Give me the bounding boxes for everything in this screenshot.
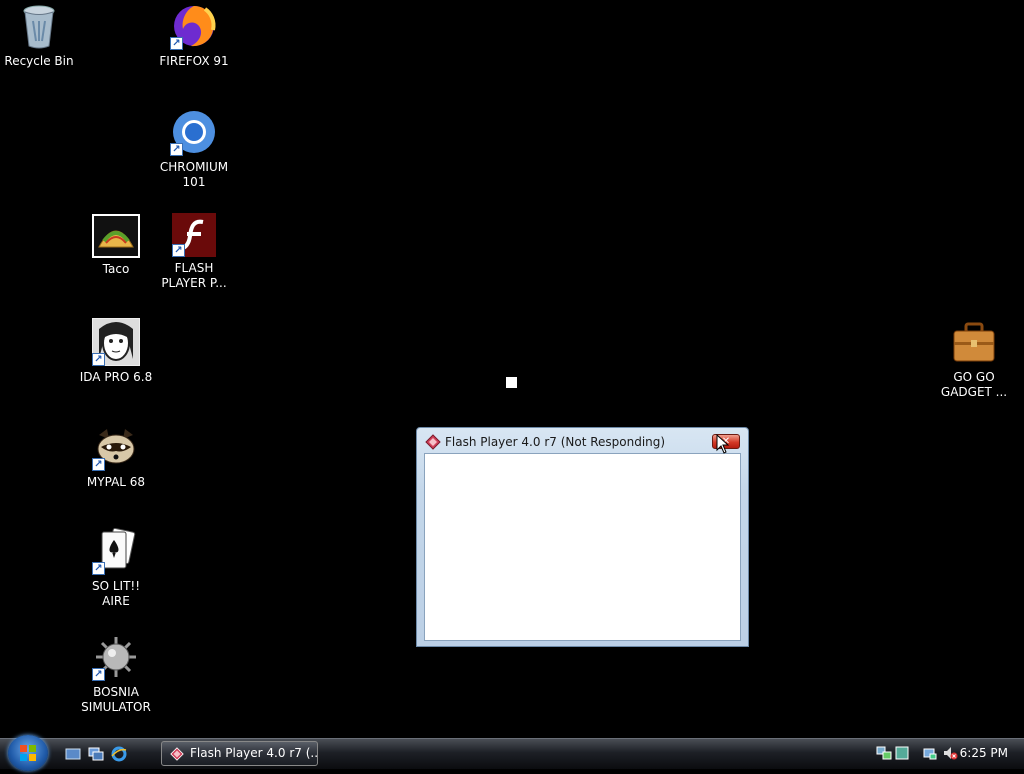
shortcut-arrow-icon: ↗ [92, 458, 105, 471]
taskbar-button-flash-player[interactable]: Flash Player 4.0 r7 (... [161, 741, 318, 766]
shortcut-arrow-icon: ↗ [92, 562, 105, 575]
taco-icon [92, 214, 140, 258]
show-desktop-icon[interactable] [65, 746, 81, 762]
window-title: Flash Player 4.0 r7 (Not Responding) [445, 435, 666, 449]
desktop-icon-flash-player[interactable]: ↗ FLASH PLAYER P... [155, 213, 233, 291]
switch-windows-icon[interactable] [88, 746, 104, 762]
icon-label: Taco [102, 262, 130, 276]
recycle-bin-icon [15, 2, 63, 50]
briefcase-icon [950, 318, 998, 366]
desktop-icon-solitaire[interactable]: ↗ SO LIT!! AIRE [77, 527, 155, 609]
taskbar-button-label: Flash Player 4.0 r7 (... [190, 746, 318, 760]
taskbar: Flash Player 4.0 r7 (... 6:25 PM [0, 735, 1024, 771]
desktop-icon-mypal[interactable]: ↗ MYPAL 68 [77, 423, 155, 490]
flash-app-icon [425, 434, 441, 450]
shortcut-arrow-icon: ↗ [92, 353, 105, 366]
mine-icon: ↗ [92, 633, 140, 681]
mouse-cursor-icon [716, 433, 730, 457]
desktop-icon-taco[interactable]: Taco [77, 214, 155, 277]
clock[interactable]: 6:25 PM [960, 746, 1008, 760]
shortcut-arrow-icon: ↗ [170, 143, 183, 156]
volume-muted-icon[interactable] [942, 745, 958, 761]
icon-label: GO GO GADGET ... [940, 370, 1008, 399]
window-client-area [424, 453, 741, 641]
shortcut-arrow-icon: ↗ [170, 37, 183, 50]
desktop-icon-recycle-bin[interactable]: Recycle Bin [0, 2, 78, 69]
internet-explorer-icon[interactable] [111, 746, 127, 762]
start-button[interactable] [8, 735, 48, 771]
icon-label: MYPAL 68 [86, 475, 146, 489]
icon-label: IDA PRO 6.8 [79, 370, 153, 384]
white-square [506, 377, 517, 388]
icon-label: BOSNIA SIMULATOR [81, 685, 151, 714]
desktop-icon-ida-pro[interactable]: ↗ IDA PRO 6.8 [77, 318, 155, 385]
icon-label: SO LIT!! AIRE [91, 579, 141, 608]
icon-label: FIREFOX 91 [159, 54, 229, 68]
icon-label: CHROMIUM 101 [159, 160, 229, 189]
desktop-icon-firefox[interactable]: ↗ FIREFOX 91 [155, 2, 233, 69]
flash-player-window[interactable]: Flash Player 4.0 r7 (Not Responding) ✕ [416, 427, 749, 647]
connection-tray-icon[interactable] [922, 745, 938, 761]
flash-icon: ↗ [172, 213, 216, 257]
icon-label: Recycle Bin [4, 54, 74, 68]
shortcut-arrow-icon: ↗ [172, 244, 185, 257]
cards-icon: ↗ [92, 527, 140, 575]
network-tray-icon-2[interactable] [894, 745, 910, 761]
firefox-icon: ↗ [170, 2, 218, 50]
desktop-icon-bosnia-simulator[interactable]: ↗ BOSNIA SIMULATOR [77, 633, 155, 715]
flash-app-icon [170, 746, 184, 761]
raccoon-icon: ↗ [92, 423, 140, 471]
icon-label: FLASH PLAYER P... [161, 261, 227, 290]
network-tray-icon[interactable] [876, 745, 892, 761]
desktop-icon-chromium[interactable]: ↗ CHROMIUM 101 [155, 108, 233, 190]
chromium-icon: ↗ [170, 108, 218, 156]
shortcut-arrow-icon: ↗ [92, 668, 105, 681]
ida-pro-icon: ↗ [92, 318, 140, 366]
desktop-icon-go-go-gadget[interactable]: GO GO GADGET ... [935, 318, 1013, 400]
